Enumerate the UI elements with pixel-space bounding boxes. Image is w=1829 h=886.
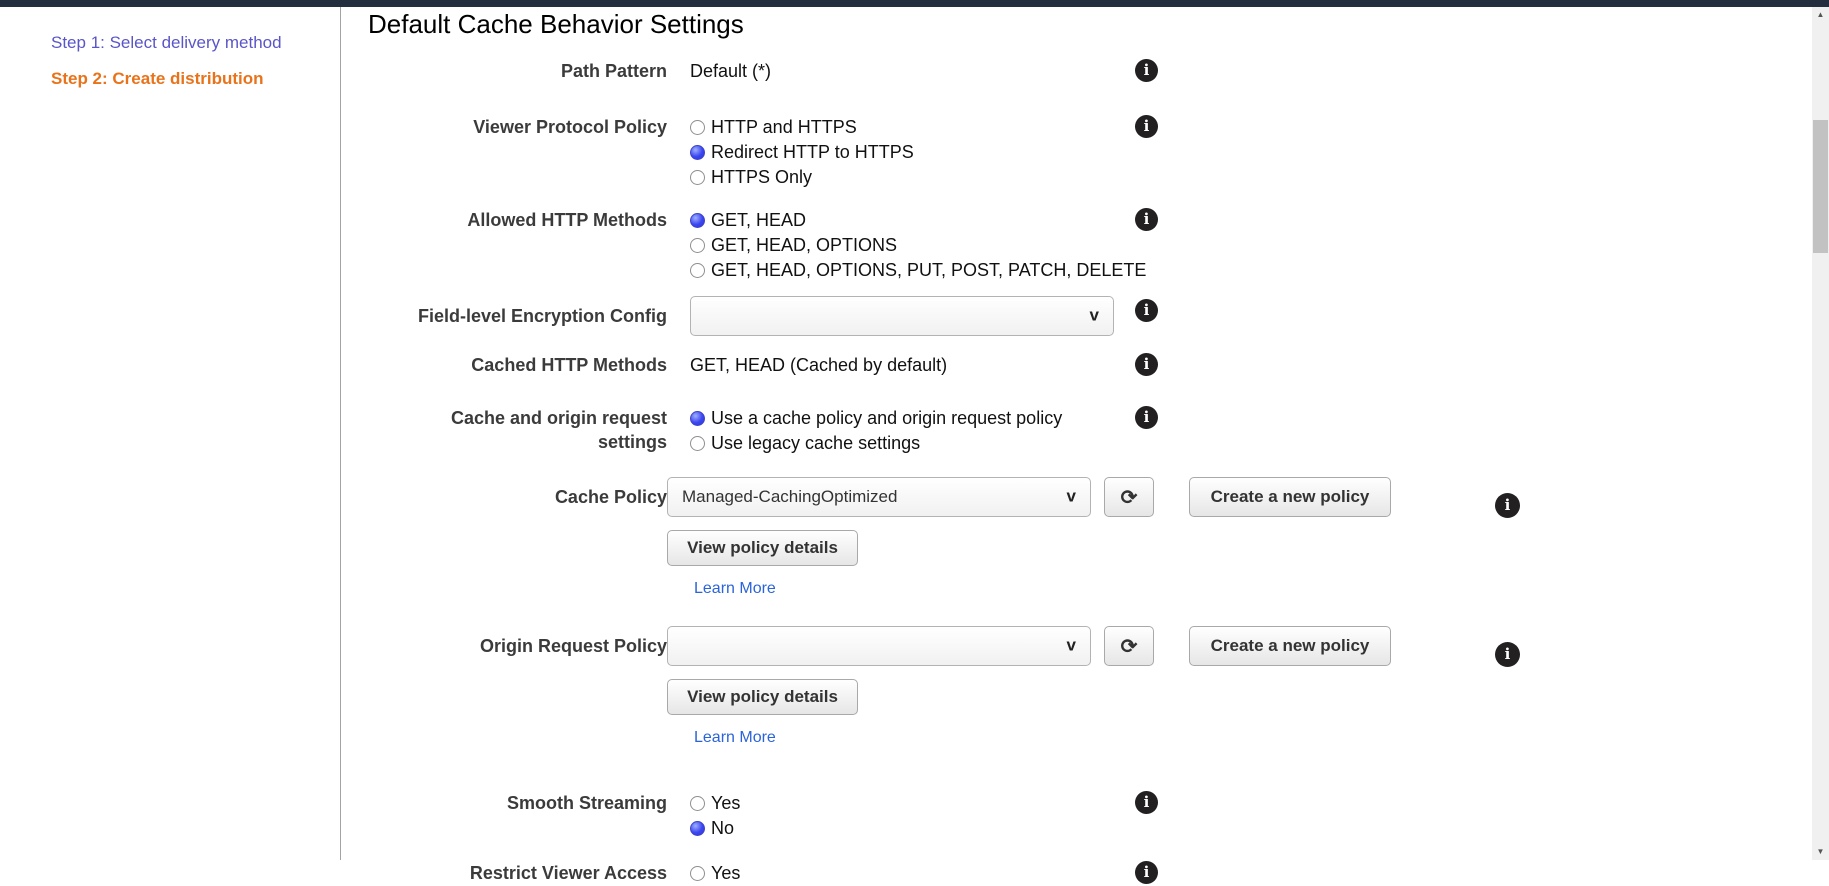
radio-https-only[interactable]: HTTPS Only — [690, 165, 914, 190]
row-origin-request-policy: Origin Request Policy v ⟳ Create a new p… — [368, 626, 1812, 747]
refresh-origin-request-policy-button[interactable]: ⟳ — [1104, 626, 1154, 666]
origin-request-policy-learn-more-link[interactable]: Learn More — [694, 729, 776, 747]
info-icon[interactable]: i — [1135, 791, 1158, 814]
view-cache-policy-details-button[interactable]: View policy details — [667, 530, 858, 566]
cache-policy-label: Cache Policy — [368, 477, 667, 598]
cached-http-methods-value: GET, HEAD (Cached by default) — [690, 353, 947, 377]
main-content: Default Cache Behavior Settings Path Pat… — [342, 7, 1812, 860]
origin-request-policy-select[interactable]: v — [667, 626, 1091, 666]
radio-icon[interactable] — [690, 263, 705, 278]
origin-request-policy-label: Origin Request Policy — [368, 626, 667, 747]
chevron-down-icon: v — [1090, 306, 1099, 326]
radio-http-and-https[interactable]: HTTP and HTTPS — [690, 115, 914, 140]
sidebar-step2-current: Step 2: Create distribution — [51, 69, 340, 89]
row-viewer-protocol-policy: Viewer Protocol Policy HTTP and HTTPS Re… — [368, 115, 1812, 190]
info-icon[interactable]: i — [1135, 59, 1158, 82]
path-pattern-label: Path Pattern — [368, 59, 667, 83]
select-value: Managed-CachingOptimized — [682, 487, 897, 507]
radio-icon[interactable] — [690, 213, 705, 228]
row-allowed-http-methods: Allowed HTTP Methods GET, HEAD GET, HEAD… — [368, 208, 1812, 283]
radio-icon[interactable] — [690, 145, 705, 160]
refresh-cache-policy-button[interactable]: ⟳ — [1104, 477, 1154, 517]
radio-use-cache-policy[interactable]: Use a cache policy and origin request po… — [690, 406, 1062, 431]
radio-redirect-http-to-https[interactable]: Redirect HTTP to HTTPS — [690, 140, 914, 165]
radio-get-head[interactable]: GET, HEAD — [690, 208, 1146, 233]
refresh-icon: ⟳ — [1121, 634, 1138, 659]
row-cache-origin-settings: Cache and origin request settings Use a … — [368, 406, 1812, 456]
cache-policy-learn-more-link[interactable]: Learn More — [694, 580, 776, 598]
radio-icon[interactable] — [690, 866, 705, 881]
radio-icon[interactable] — [690, 170, 705, 185]
info-icon[interactable]: i — [1135, 115, 1158, 138]
info-icon[interactable]: i — [1135, 208, 1158, 231]
cached-http-methods-label: Cached HTTP Methods — [368, 353, 667, 377]
refresh-icon: ⟳ — [1121, 485, 1138, 510]
scroll-down-arrow-icon[interactable]: ▼ — [1812, 844, 1829, 858]
info-icon[interactable]: i — [1135, 353, 1158, 376]
chevron-down-icon: v — [1067, 636, 1076, 656]
wizard-steps-sidebar: Step 1: Select delivery method Step 2: C… — [0, 7, 341, 860]
restrict-viewer-access-label: Restrict Viewer Access — [368, 861, 667, 886]
info-icon[interactable]: i — [1135, 299, 1158, 322]
top-nav-bar — [0, 0, 1829, 7]
radio-icon[interactable] — [690, 796, 705, 811]
radio-restrict-viewer-access-yes[interactable]: Yes — [690, 861, 740, 886]
allowed-http-methods-label: Allowed HTTP Methods — [368, 208, 667, 283]
row-path-pattern: Path Pattern Default (*) i — [368, 59, 1812, 83]
row-field-level-encryption: Field-level Encryption Config v i — [368, 296, 1812, 336]
radio-icon[interactable] — [690, 436, 705, 451]
radio-icon[interactable] — [690, 238, 705, 253]
create-cache-policy-button[interactable]: Create a new policy — [1189, 477, 1391, 517]
info-icon[interactable]: i — [1135, 861, 1158, 884]
smooth-streaming-label: Smooth Streaming — [368, 791, 667, 841]
cache-origin-settings-label: Cache and origin request settings — [368, 406, 667, 456]
radio-get-head-options[interactable]: GET, HEAD, OPTIONS — [690, 233, 1146, 258]
sidebar-step1-link[interactable]: Step 1: Select delivery method — [51, 33, 340, 53]
radio-get-head-options-put-post-patch-delete[interactable]: GET, HEAD, OPTIONS, PUT, POST, PATCH, DE… — [690, 258, 1146, 283]
radio-smooth-streaming-yes[interactable]: Yes — [690, 791, 740, 816]
radio-use-legacy-cache-settings[interactable]: Use legacy cache settings — [690, 431, 1062, 456]
info-icon[interactable]: i — [1495, 642, 1520, 667]
viewer-protocol-policy-label: Viewer Protocol Policy — [368, 115, 667, 190]
cache-policy-select[interactable]: Managed-CachingOptimized v — [667, 477, 1091, 517]
field-level-encryption-select[interactable]: v — [690, 296, 1114, 336]
radio-smooth-streaming-no[interactable]: No — [690, 816, 740, 841]
page-title: Default Cache Behavior Settings — [368, 9, 1812, 40]
field-level-encryption-label: Field-level Encryption Config — [368, 296, 667, 336]
scrollbar-thumb[interactable] — [1813, 120, 1828, 253]
row-restrict-viewer-access: Restrict Viewer Access Yes i — [368, 861, 1812, 886]
info-icon[interactable]: i — [1495, 493, 1520, 518]
radio-icon[interactable] — [690, 821, 705, 836]
row-cached-http-methods: Cached HTTP Methods GET, HEAD (Cached by… — [368, 353, 1812, 377]
info-icon[interactable]: i — [1135, 406, 1158, 429]
chevron-down-icon: v — [1067, 487, 1076, 507]
vertical-scrollbar[interactable]: ▲ ▼ — [1812, 7, 1829, 860]
radio-icon[interactable] — [690, 411, 705, 426]
row-cache-policy: Cache Policy Managed-CachingOptimized v … — [368, 477, 1812, 598]
view-origin-request-policy-details-button[interactable]: View policy details — [667, 679, 858, 715]
radio-icon[interactable] — [690, 120, 705, 135]
create-origin-request-policy-button[interactable]: Create a new policy — [1189, 626, 1391, 666]
path-pattern-value: Default (*) — [690, 59, 771, 83]
scroll-up-arrow-icon[interactable]: ▲ — [1812, 7, 1829, 21]
row-smooth-streaming: Smooth Streaming Yes No i — [368, 791, 1812, 841]
